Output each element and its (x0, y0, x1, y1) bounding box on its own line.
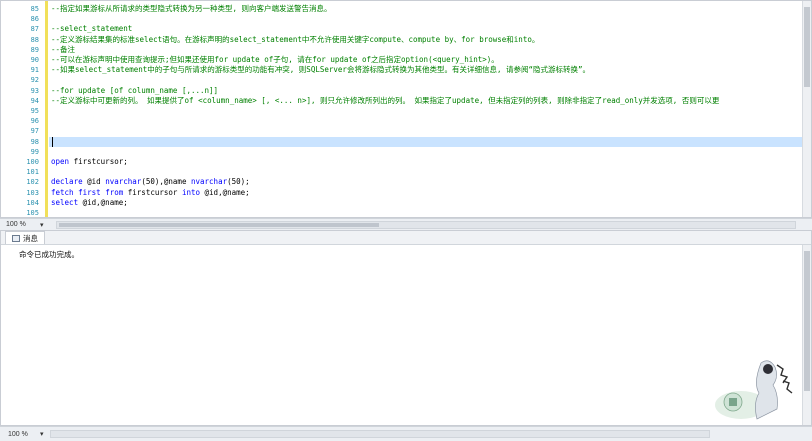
message-icon (12, 234, 20, 242)
code-line[interactable]: --定义游标结果集的标准select语句。在游标声明的select_statem… (51, 35, 539, 45)
line-number: 97 (30, 127, 39, 136)
line-number: 93 (30, 86, 39, 95)
code-line[interactable]: --定义游标中可更新的列。 如果提供了of <column_name> [, <… (51, 96, 719, 106)
messages-status-bar: 100 % ▾ (0, 426, 812, 441)
editor-zoom-dropdown-icon[interactable]: ▾ (40, 221, 50, 229)
line-number: 95 (30, 107, 39, 115)
query-editor[interactable]: 85 86 87 88 89 90 91 92 93 94 95 96 97 98 99 100 101 102 1… (0, 0, 812, 218)
line-number: 91 (30, 66, 39, 75)
messages-horizontal-scrollbar[interactable] (49, 430, 710, 438)
code-line[interactable]: fetch first from firstcursor into @id,@n… (51, 188, 250, 198)
messages-zoom-level[interactable]: 100 % (0, 431, 40, 438)
messages-vertical-scroll-thumb[interactable] (804, 251, 810, 391)
line-number: 92 (30, 76, 39, 85)
line-number: 87 (30, 25, 39, 34)
tab-messages-label: 消息 (23, 233, 38, 243)
code-line[interactable]: declare @id nvarchar(50),@name nvarchar(… (51, 177, 250, 187)
line-number: 101 (26, 168, 39, 177)
code-line[interactable]: --备注 (51, 45, 75, 55)
code-area[interactable]: --指定如果游标从所请求的类型隐式转换为另一种类型, 则向客户端发送警告消息。 -… (49, 1, 803, 217)
editor-vertical-scroll-thumb[interactable] (804, 7, 810, 87)
editor-status-bar: 100 % ▾ (0, 218, 812, 230)
editor-vertical-scrollbar[interactable] (802, 1, 811, 217)
line-number: 94 (30, 96, 39, 105)
code-line[interactable]: open firstcursor; (51, 157, 128, 167)
messages-vertical-scrollbar[interactable] (802, 245, 811, 425)
code-line[interactable]: --指定如果游标从所请求的类型隐式转换为另一种类型, 则向客户端发送警告消息。 (51, 4, 332, 14)
line-number: 90 (30, 56, 39, 64)
code-line[interactable]: --for update [of column_name [,...n]] (51, 86, 218, 96)
tab-messages[interactable]: 消息 (5, 231, 45, 244)
change-tracking-bar (45, 1, 48, 217)
code-line[interactable]: --select_statement (51, 24, 132, 34)
code-line[interactable]: --如果select_statement中的子句与所请求的游标类型的功能有冲突,… (51, 65, 590, 75)
line-number: 96 (30, 117, 39, 126)
editor-horizontal-scroll-thumb[interactable] (59, 222, 379, 227)
results-tab-bar: 消息 (1, 231, 811, 245)
editor-horizontal-scrollbar[interactable] (56, 220, 796, 229)
code-line[interactable]: --可以在游标声明中使用查询提示;但如果还使用for update of子句, … (51, 55, 499, 65)
line-number: 98 (30, 137, 39, 146)
message-text: 命令已成功完成。 (19, 250, 79, 259)
line-number: 86 (30, 15, 39, 24)
line-number: 88 (30, 35, 39, 44)
messages-zoom-dropdown-icon[interactable]: ▾ (40, 430, 44, 438)
line-number: 99 (30, 147, 39, 156)
code-line[interactable]: select @id,@name; (51, 198, 128, 208)
line-number: 104 (26, 198, 39, 207)
line-number: 103 (26, 188, 39, 197)
messages-panel: 消息 命令已成功完成。 (0, 230, 812, 426)
line-number: 100 (26, 158, 39, 166)
decorative-character-image (715, 360, 793, 420)
line-number: 102 (26, 178, 39, 187)
line-number: 85 (30, 5, 39, 13)
editor-zoom-level[interactable]: 100 % (0, 221, 40, 228)
line-number: 105 (26, 209, 39, 217)
line-number-gutter: 85 86 87 88 89 90 91 92 93 94 95 96 97 98 99 100 101 102 1… (1, 1, 45, 217)
line-number: 89 (30, 45, 39, 54)
